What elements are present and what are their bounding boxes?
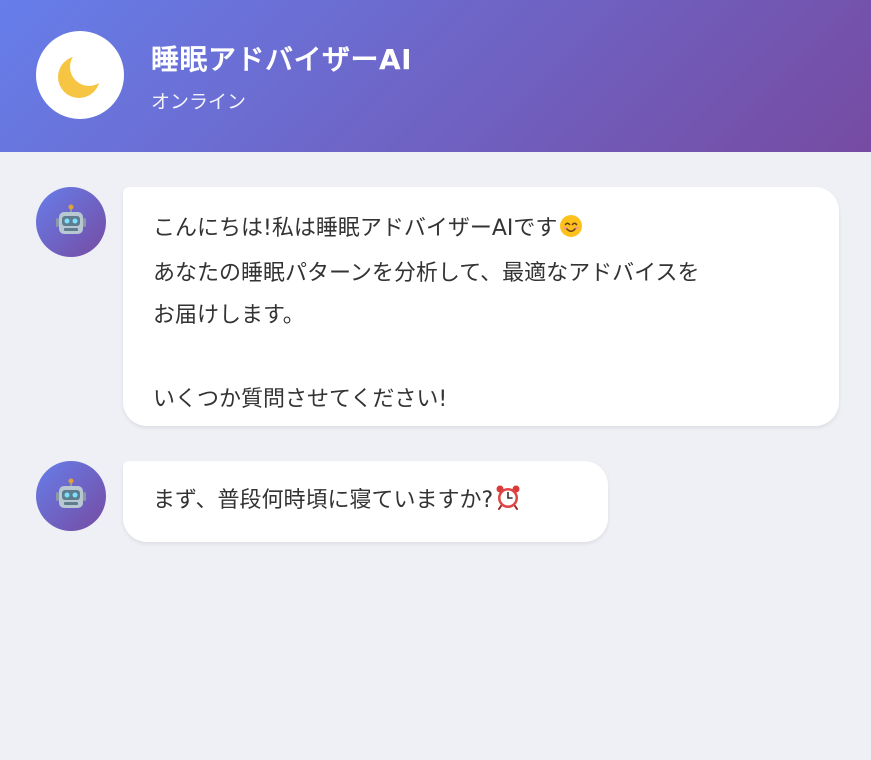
chat-header: 睡眠アドバイザーAI オンライン — [0, 0, 871, 152]
chat-title: 睡眠アドバイザーAI — [151, 43, 413, 76]
bot-avatar — [36, 31, 124, 119]
crescent-moon-icon — [58, 56, 100, 98]
message-avatar — [36, 461, 106, 531]
message-bubble: まず、普段何時頃に寝ていますか? — [123, 461, 608, 542]
online-status: オンライン — [151, 91, 247, 113]
robot-icon — [56, 204, 86, 234]
smiling-face-icon — [559, 211, 583, 253]
robot-icon — [56, 478, 86, 508]
message-line: こんにちは!私は睡眠アドバイザーAIです — [153, 208, 809, 253]
message-line: お届けします。 — [153, 303, 305, 328]
message-line: あなたの睡眠パターンを分析して、最適なアドバイスを — [153, 261, 700, 286]
alarm-clock-icon — [495, 483, 521, 525]
message-line: いくつか質問させてください! — [153, 387, 448, 412]
message-avatar — [36, 187, 106, 257]
line-spacer — [153, 337, 809, 379]
message-line: まず、普段何時頃に寝ていますか? — [153, 480, 578, 525]
message-bubble: こんにちは!私は睡眠アドバイザーAIです あなたの睡眠パターンを分析して、最適な… — [123, 187, 839, 426]
